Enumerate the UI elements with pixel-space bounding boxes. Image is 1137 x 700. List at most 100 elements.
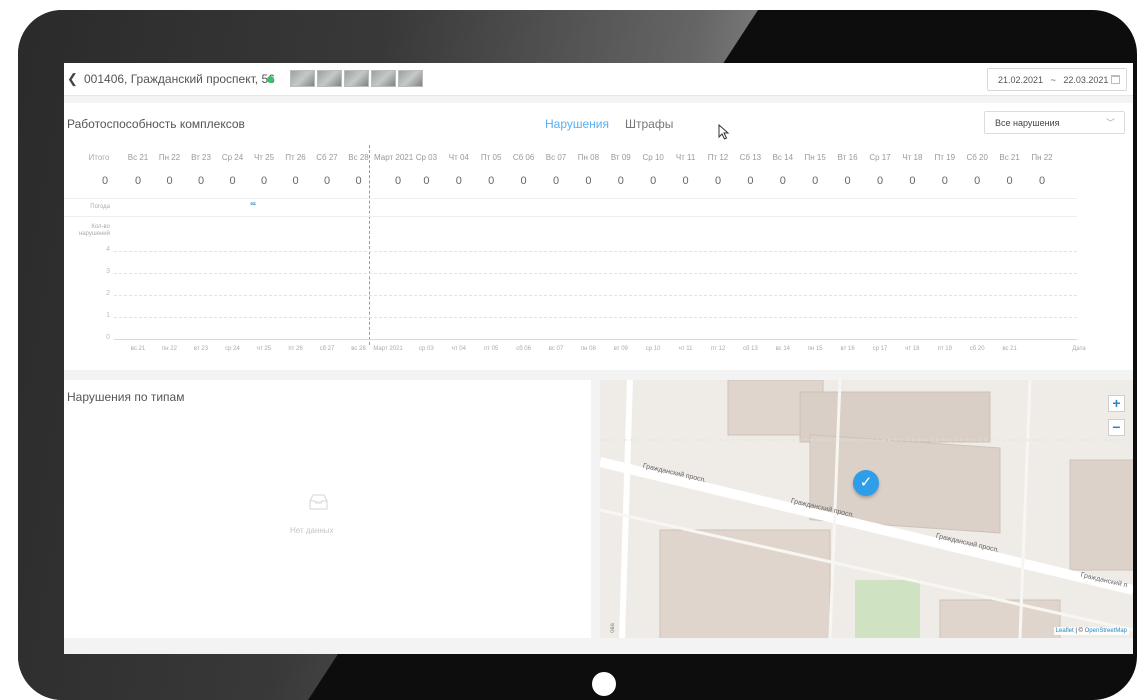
day-count: 0 [134, 175, 142, 187]
photo-thumbnail[interactable] [398, 70, 423, 87]
day-count: 0 [1006, 175, 1013, 187]
violation-type-select[interactable]: Все нарушения ﹀ [984, 111, 1125, 134]
total-count: 0 [101, 175, 109, 187]
day-count: 0 [876, 175, 884, 187]
day-header[interactable]: Сб 06 [510, 153, 538, 162]
location-map[interactable]: Гражданский просп. Гражданский просп. Гр… [600, 380, 1133, 638]
date-range-picker[interactable]: 21.02.2021 ~ 22.03.2021 [987, 68, 1127, 91]
day-count: 0 [974, 175, 981, 187]
date-to: 22.03.2021 [1063, 75, 1109, 85]
x-tick-label: чт 11 [678, 346, 693, 352]
day-header[interactable]: Вт 23 [187, 153, 215, 162]
day-count: 0 [585, 175, 592, 187]
day-header[interactable]: Вс 14 [769, 153, 797, 162]
day-header[interactable]: Вс 21 [124, 153, 152, 162]
x-tick-label: ср 10 [645, 346, 661, 352]
row-separator [64, 216, 1077, 217]
photo-thumbnail[interactable] [371, 70, 396, 87]
tab-fines[interactable]: Штрафы [625, 117, 673, 131]
x-tick-label: пн 08 [580, 346, 596, 352]
violation-type-select-value: Все нарушения [995, 118, 1060, 128]
day-header[interactable]: Чт 18 [898, 153, 926, 162]
calendar-icon [1111, 75, 1120, 84]
mouse-cursor-icon [718, 124, 730, 140]
day-header[interactable]: Ср 10 [639, 153, 667, 162]
day-header[interactable]: Вт 09 [607, 153, 635, 162]
check-marker-icon[interactable]: ✓ [853, 470, 879, 496]
day-header[interactable]: Вс 21 [996, 153, 1024, 162]
x-tick-label: ср 03 [419, 346, 434, 352]
x-axis-line [114, 339, 1077, 340]
empty-state-text: Нет данных [290, 526, 334, 535]
chevron-down-icon: ﹀ [1105, 118, 1115, 128]
day-count: 0 [260, 175, 268, 187]
y-tick-label: 1 [106, 312, 110, 319]
day-header[interactable]: Чт 04 [445, 153, 473, 162]
rain-icon: ʻʻʻ [250, 201, 256, 212]
x-axis-label: Дата [1072, 346, 1086, 352]
day-header[interactable]: Пт 26 [282, 153, 310, 162]
day-header[interactable]: Сб 20 [963, 153, 991, 162]
day-count: 0 [941, 175, 948, 187]
day-header[interactable]: Ср 24 [219, 153, 247, 162]
day-count: 0 [779, 175, 786, 187]
day-count: 0 [617, 175, 624, 187]
complex-address: 001406, Гражданский проспект, 56 [84, 72, 275, 86]
day-header[interactable]: Пн 08 [574, 153, 602, 162]
day-header[interactable]: Вс 28 [345, 153, 373, 162]
day-count: 0 [1038, 175, 1046, 187]
row-separator [64, 198, 1077, 199]
day-header[interactable]: Март 2021 [374, 153, 413, 162]
tab-violations[interactable]: Нарушения [545, 117, 609, 131]
day-count: 0 [650, 175, 657, 187]
day-header[interactable]: Вт 16 [834, 153, 862, 162]
chevron-left-icon[interactable]: ❮ [67, 72, 78, 86]
day-header[interactable]: Ср 03 [412, 153, 440, 162]
day-header[interactable]: Пт 12 [704, 153, 732, 162]
x-tick-label: чт 18 [905, 346, 920, 352]
date-separator: ~ [1050, 75, 1056, 85]
day-header[interactable]: Чт 25 [250, 153, 278, 162]
map-tiles [600, 380, 1133, 638]
x-tick-label: вт 16 [840, 346, 855, 352]
day-count: 0 [488, 175, 495, 187]
day-header[interactable]: Пн 15 [801, 153, 829, 162]
day-count: 0 [229, 175, 236, 187]
day-header[interactable]: Пт 05 [477, 153, 505, 162]
day-count: 0 [394, 175, 402, 187]
day-header[interactable]: Пн 22 [1028, 153, 1056, 162]
zoom-in-button[interactable]: + [1108, 395, 1125, 412]
x-tick-label: пт 12 [710, 346, 726, 352]
x-tick-label: чт 25 [256, 346, 272, 352]
inbox-icon [309, 494, 328, 510]
photo-thumbnail[interactable] [317, 70, 342, 87]
photo-thumbnail[interactable] [290, 70, 315, 87]
home-button[interactable] [592, 672, 616, 696]
panel-title: Нарушения по типам [67, 390, 185, 404]
day-count: 0 [292, 175, 299, 187]
attribution-separator: | © [1073, 628, 1085, 634]
app-screen: ❮ 001406, Гражданский проспект, 56 21.02… [64, 63, 1133, 654]
x-tick-label: чт 04 [451, 346, 466, 352]
weather-row-label: Погода [90, 204, 110, 210]
photo-thumbnail[interactable] [344, 70, 369, 87]
day-header[interactable]: Пн 22 [156, 153, 184, 162]
leaflet-link[interactable]: Leaflet [1056, 628, 1074, 634]
x-tick-label: пт 19 [937, 346, 952, 352]
day-count: 0 [455, 175, 462, 187]
day-header[interactable]: Вс 07 [542, 153, 570, 162]
day-header[interactable]: Пт 19 [931, 153, 959, 162]
day-count: 0 [844, 175, 851, 187]
zoom-out-button[interactable]: − [1108, 419, 1125, 436]
day-header[interactable]: Сб 13 [736, 153, 764, 162]
count-row-label: Кол-во нарушений [78, 224, 110, 237]
day-count: 0 [166, 175, 173, 187]
x-tick-label: пн 15 [807, 346, 823, 352]
osm-link[interactable]: OpenStreetMap [1085, 628, 1127, 634]
x-tick-label: пт 05 [484, 346, 499, 352]
day-header[interactable]: Чт 11 [672, 153, 700, 162]
x-tick-label: вс 07 [548, 346, 564, 352]
status-indicator [267, 76, 274, 83]
day-header[interactable]: Сб 27 [313, 153, 341, 162]
day-header[interactable]: Ср 17 [866, 153, 894, 162]
